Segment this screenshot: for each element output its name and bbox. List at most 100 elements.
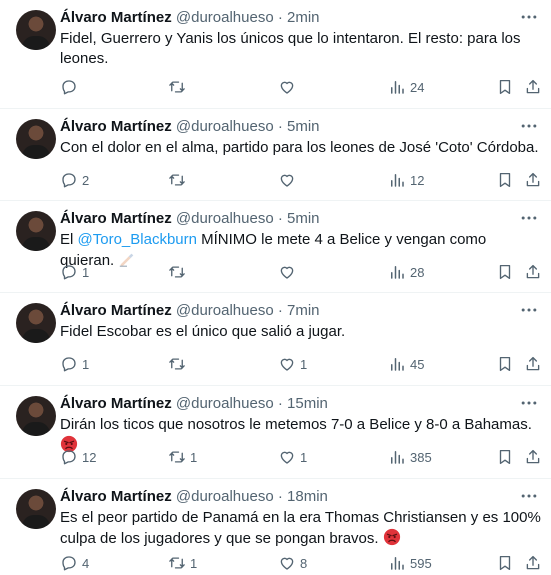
views-button[interactable]: 28 [388,262,424,282]
views-button[interactable]: 24 [388,77,424,97]
tweet-header: Álvaro Martínez @duroalhueso · 5min [60,118,541,136]
reply-button[interactable]: 1 [60,354,89,374]
more-icon[interactable] [519,303,539,317]
author-name[interactable]: Álvaro Martínez [60,488,172,505]
views-button[interactable]: 385 [388,447,432,467]
like-button[interactable] [278,77,300,97]
retweet-button[interactable] [168,354,190,374]
avatar[interactable] [16,211,56,251]
tweet-actions: 1 1 45 [60,354,541,374]
like-button[interactable]: 1 [278,354,307,374]
more-icon[interactable] [519,211,539,225]
tweet-actions: 1 28 [60,262,541,282]
share-icon [524,78,542,96]
author-handle[interactable]: @duroalhueso [176,488,274,505]
more-icon[interactable] [519,396,539,410]
retweet-count: 1 [190,449,198,465]
retweet-icon [168,448,186,466]
author-name[interactable]: Álvaro Martínez [60,118,172,135]
tweet-feed: Álvaro Martínez @duroalhueso · 2min Fide… [0,0,551,575]
views-icon [388,355,406,373]
tweet[interactable]: Álvaro Martínez @duroalhueso · 15min Dir… [0,386,551,479]
tweet[interactable]: Álvaro Martínez @duroalhueso · 5min El @… [0,201,551,293]
bookmark-button[interactable] [496,354,514,374]
tweet-header: Álvaro Martínez @duroalhueso · 7min [60,302,541,320]
avatar[interactable] [16,10,56,50]
tweet-text-body: Es el peor partido de Panamá en la era T… [60,509,541,547]
retweet-button[interactable]: 1 [168,447,197,467]
reply-button[interactable] [60,77,82,97]
avatar[interactable] [16,489,56,529]
share-button[interactable] [524,77,542,97]
author-name[interactable]: Álvaro Martínez [60,302,172,319]
views-button[interactable]: 595 [388,553,432,573]
timestamp[interactable]: 18min [287,488,328,505]
author-handle[interactable]: @duroalhueso [176,118,274,135]
share-button[interactable] [524,447,542,467]
like-button[interactable] [278,262,300,282]
retweet-button[interactable] [168,77,190,97]
author-handle[interactable]: @duroalhueso [176,395,274,412]
reply-button[interactable]: 12 [60,447,96,467]
reply-button[interactable]: 2 [60,170,89,190]
author-handle[interactable]: @duroalhueso [176,302,274,319]
tweet[interactable]: Álvaro Martínez @duroalhueso · 2min Fide… [0,0,551,109]
more-icon[interactable] [519,10,539,24]
view-count: 45 [410,356,425,372]
share-button[interactable] [524,354,542,374]
like-button[interactable] [278,170,300,190]
tweet[interactable]: Álvaro Martínez @duroalhueso · 7min Fide… [0,293,551,386]
author-handle[interactable]: @duroalhueso [176,210,274,227]
separator-dot: · [277,302,283,319]
more-icon[interactable] [519,119,539,133]
tweet-text: Fidel, Guerrero y Yanis los únicos que l… [60,30,521,67]
timestamp[interactable]: 15min [287,395,328,412]
retweet-button[interactable]: 1 [168,553,197,573]
views-button[interactable]: 45 [388,354,424,374]
retweet-button[interactable] [168,262,190,282]
tweet[interactable]: Álvaro Martínez @duroalhueso · 5min Con … [0,109,551,201]
reply-button[interactable]: 1 [60,262,89,282]
bookmark-button[interactable] [496,553,514,573]
like-icon [278,554,296,572]
share-button[interactable] [524,262,542,282]
like-button[interactable]: 8 [278,553,307,573]
like-button[interactable]: 1 [278,447,307,467]
separator-dot: · [277,118,283,135]
like-icon [278,171,296,189]
more-icon[interactable] [519,489,539,503]
share-button[interactable] [524,170,542,190]
author-name[interactable]: Álvaro Martínez [60,9,172,26]
retweet-button[interactable] [168,170,190,190]
separator-dot: · [277,9,283,26]
timestamp[interactable]: 5min [287,210,320,227]
timestamp[interactable]: 5min [287,118,320,135]
tweet-text: Es el peor partido de Panamá en la era T… [60,508,541,549]
tweet-actions: 2 12 [60,170,541,190]
share-button[interactable] [524,553,542,573]
mention-link[interactable]: @Toro_Blackburn [78,231,197,248]
timestamp[interactable]: 7min [287,302,320,319]
author-handle[interactable]: @duroalhueso [176,9,274,26]
like-count: 8 [300,555,308,571]
tweet-header: Álvaro Martínez @duroalhueso · 15min [60,395,541,413]
bookmark-button[interactable] [496,447,514,467]
avatar[interactable] [16,303,56,343]
like-icon [278,355,296,373]
bookmark-button[interactable] [496,262,514,282]
like-icon [278,78,296,96]
avatar[interactable] [16,396,56,436]
views-button[interactable]: 12 [388,170,424,190]
avatar[interactable] [16,119,56,159]
timestamp[interactable]: 2min [287,9,320,26]
bookmark-button[interactable] [496,170,514,190]
retweet-icon [168,355,186,373]
bookmark-button[interactable] [496,77,514,97]
bookmark-icon [496,355,514,373]
separator-dot: · [277,395,283,412]
tweet[interactable]: Álvaro Martínez @duroalhueso · 18min Es … [0,479,551,575]
author-name[interactable]: Álvaro Martínez [60,210,172,227]
author-name[interactable]: Álvaro Martínez [60,395,172,412]
bookmark-icon [496,554,514,572]
reply-button[interactable]: 4 [60,553,89,573]
